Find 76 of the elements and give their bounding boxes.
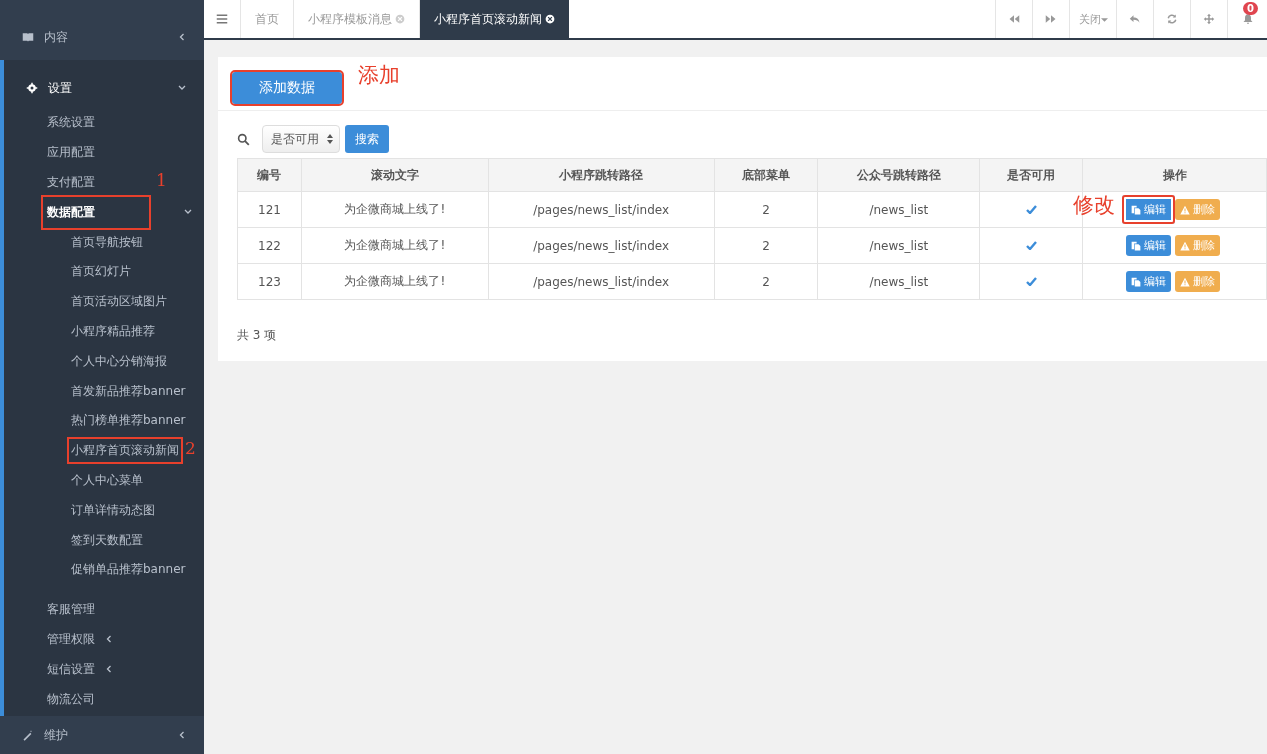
nav-item[interactable]: 个人中心分销海报 <box>69 349 169 373</box>
warning-icon <box>1180 240 1191 251</box>
table-cell: 122 <box>237 227 302 264</box>
nav-item[interactable]: 首页幻灯片 <box>69 260 133 284</box>
fast-forward-icon[interactable] <box>1045 13 1057 25</box>
move-icon[interactable] <box>1203 13 1215 25</box>
add-data-button[interactable]: 添加数据 <box>232 71 342 104</box>
table-cell: /pages/news_list/index <box>488 191 715 228</box>
nav-item[interactable]: 订单详情动态图 <box>69 498 157 522</box>
caret-icon <box>1100 17 1108 23</box>
nav-item[interactable]: 应用配置 <box>43 137 105 169</box>
nav-item[interactable]: 物流公司 <box>43 683 105 715</box>
table-cell: 2 <box>714 191 818 228</box>
nav-item[interactable]: 数据配置 <box>43 196 149 228</box>
nav-item[interactable]: 小程序首页滚动新闻 <box>69 439 181 463</box>
wand-icon <box>22 729 34 741</box>
warning-icon <box>1180 276 1191 287</box>
nav-item[interactable]: 内容 <box>44 28 178 46</box>
column-header: 小程序跳转路径 <box>488 158 715 192</box>
nav-item[interactable]: 短信设置 <box>43 653 105 685</box>
nav-item[interactable]: 个人中心菜单 <box>69 468 145 492</box>
edit-button[interactable]: 编辑 <box>1122 195 1176 224</box>
refresh-icon[interactable] <box>1166 13 1178 25</box>
nav-item[interactable]: 首页导航按钮 <box>69 230 145 254</box>
column-header: 是否可用 <box>979 158 1083 192</box>
column-header: 编号 <box>237 158 302 192</box>
menu-icon[interactable] <box>216 13 228 25</box>
column-header: 底部菜单 <box>714 158 818 192</box>
nav-item[interactable]: 签到天数配置 <box>69 528 145 552</box>
nav-item[interactable]: 促销单品推荐banner <box>69 558 188 582</box>
nav-item[interactable]: 首页活动区域图片 <box>69 290 169 314</box>
copy-icon <box>1131 240 1142 251</box>
tab[interactable]: 小程序首页滚动新闻 <box>419 0 569 38</box>
table-cell: /news_list <box>817 191 980 228</box>
nav-item[interactable]: 支付配置 <box>43 167 105 198</box>
reply-icon[interactable] <box>1129 13 1141 25</box>
column-header: 操作 <box>1082 158 1267 192</box>
item-count: 共 3 项 <box>236 327 278 344</box>
table-cell: /pages/news_list/index <box>488 263 715 300</box>
book-icon <box>22 31 34 43</box>
nav-item[interactable]: 管理权限 <box>43 623 105 655</box>
nav-item[interactable]: 小程序精品推荐 <box>69 319 157 343</box>
copy-icon <box>1131 204 1142 215</box>
annotation-number: 2 <box>185 437 196 458</box>
rewind-icon[interactable] <box>1008 13 1020 25</box>
edit-button[interactable]: 编辑 <box>1126 235 1172 256</box>
annotation-number: 1 <box>156 169 167 190</box>
notification-badge: 0 <box>1243 2 1258 15</box>
status-select[interactable]: 是否可用 <box>262 125 340 153</box>
table-cell: 为企微商城上线了! <box>301 227 489 264</box>
search-icon <box>237 132 250 146</box>
table-cell: 为企微商城上线了! <box>301 191 489 228</box>
column-header: 公众号跳转路径 <box>817 158 980 192</box>
edit-button[interactable]: 编辑 <box>1126 271 1172 292</box>
updown-icon <box>327 134 333 144</box>
table-cell: /news_list <box>817 227 980 264</box>
nav-item[interactable]: 客服管理 <box>43 594 105 626</box>
settings-icon <box>26 82 38 94</box>
nav-item[interactable]: 热门榜单推荐banner <box>69 409 188 433</box>
table-cell: 121 <box>237 191 302 228</box>
table-cell: /news_list <box>817 263 980 300</box>
search-button[interactable]: 搜索 <box>345 125 389 153</box>
nav-item[interactable]: 设置 <box>48 79 178 97</box>
table-cell: 为企微商城上线了! <box>301 263 489 300</box>
column-header: 滚动文字 <box>301 158 489 192</box>
nav-item[interactable]: 首发新品推荐banner <box>69 379 188 403</box>
table-cell: 2 <box>714 263 818 300</box>
warning-icon <box>1180 204 1191 215</box>
bell-icon[interactable] <box>1241 13 1254 25</box>
annotation-text: 修改 <box>1073 192 1116 219</box>
nav-item[interactable]: 系统设置 <box>43 107 105 139</box>
table-cell: 2 <box>714 227 818 264</box>
annotation-text: 添加 <box>358 61 400 89</box>
copy-icon <box>1131 276 1142 287</box>
table-cell: 123 <box>237 263 302 300</box>
table-cell: /pages/news_list/index <box>488 227 715 264</box>
